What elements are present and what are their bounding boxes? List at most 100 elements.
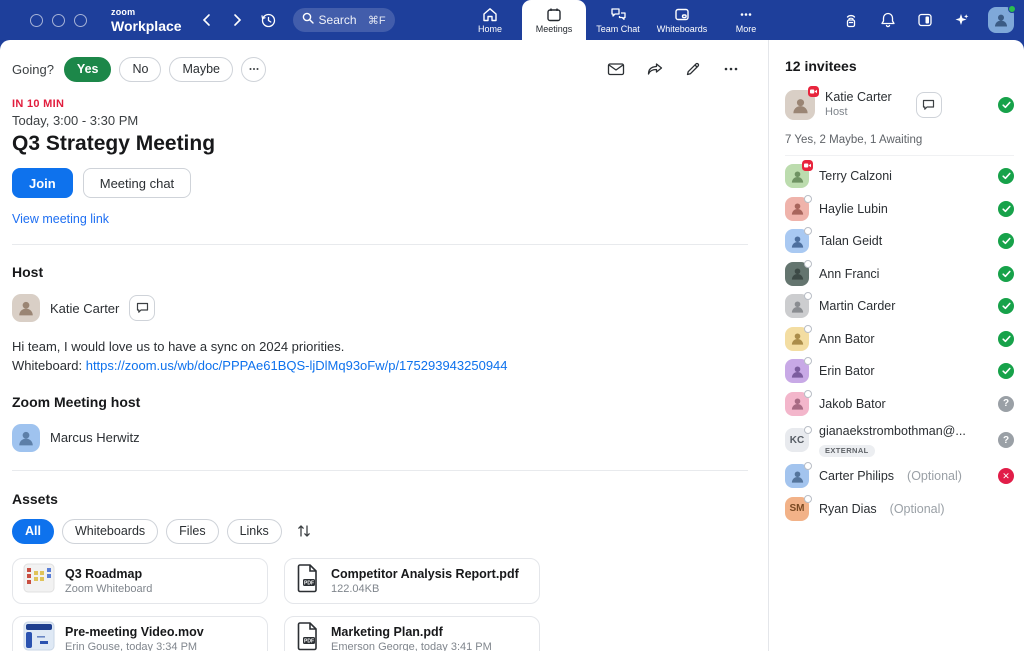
side-panel-icon[interactable] xyxy=(914,11,936,29)
rsvp-summary: 7 Yes, 2 Maybe, 1 Awaiting xyxy=(785,134,1014,156)
invitee-row[interactable]: Haylie Lubin xyxy=(785,193,1014,226)
search-input[interactable]: Search ⌘F xyxy=(293,8,395,32)
zoom-host-name: Marcus Herwitz xyxy=(50,430,140,445)
description-line: Hi team, I would love us to have a sync … xyxy=(12,338,748,357)
presence-offline-badge xyxy=(804,227,812,235)
invitee-host-row[interactable]: Katie Carter Host xyxy=(785,90,1014,120)
svg-text:PDF: PDF xyxy=(304,581,314,587)
edit-pencil-icon[interactable] xyxy=(685,61,701,77)
whiteboard-link[interactable]: https://zoom.us/wb/doc/PPPAe61BQS-ljDlMq… xyxy=(86,358,508,373)
invitee-row[interactable]: Carter Philips (Optional) ✕ xyxy=(785,460,1014,493)
invitee-avatar xyxy=(785,197,809,221)
presence-offline-badge xyxy=(804,195,812,203)
tab-meetings[interactable]: Meetings xyxy=(522,0,586,40)
forward-share-icon[interactable] xyxy=(646,61,664,77)
invitee-row[interactable]: Ann Bator xyxy=(785,323,1014,356)
window-close-button[interactable] xyxy=(30,14,43,27)
invitee-role: Host xyxy=(825,106,892,119)
invitees-heading: 12 invitees xyxy=(785,58,1014,74)
filter-whiteboards[interactable]: Whiteboards xyxy=(62,519,158,544)
rsvp-status-yes-icon xyxy=(998,298,1014,314)
connect-device-icon[interactable] xyxy=(840,11,862,29)
rsvp-status-yes-icon xyxy=(998,331,1014,347)
forward-icon[interactable] xyxy=(230,13,244,27)
filter-links[interactable]: Links xyxy=(227,519,282,544)
invitee-row[interactable]: KC gianaekstrombothman@... EXTERNAL ? xyxy=(785,420,1014,460)
rsvp-status-yes-icon xyxy=(998,201,1014,217)
rsvp-status-yes-icon xyxy=(998,168,1014,184)
invitee-avatar xyxy=(785,464,809,488)
presence-offline-badge xyxy=(804,292,812,300)
meeting-detail-panel: Going? Yes No Maybe IN 10 MIN Today, 3:0… xyxy=(0,40,768,651)
invitee-name: Katie Carter xyxy=(825,90,892,105)
rsvp-status-yes-icon xyxy=(998,266,1014,282)
video-on-badge xyxy=(802,160,813,171)
back-icon[interactable] xyxy=(200,13,214,27)
presence-dot xyxy=(1008,5,1016,13)
window-zoom-button[interactable] xyxy=(74,14,87,27)
asset-subtitle: 122.04KB xyxy=(331,583,519,595)
invitee-avatar xyxy=(785,90,815,120)
more-actions-icon[interactable] xyxy=(722,61,740,77)
invitees-panel: 12 invitees Katie Carter Host 7 Yes, 2 M… xyxy=(768,40,1024,651)
history-icon[interactable] xyxy=(260,12,277,29)
presence-offline-badge xyxy=(804,495,812,503)
email-icon[interactable] xyxy=(607,61,625,77)
invitee-row[interactable]: Terry Calzoni xyxy=(785,160,1014,193)
search-icon xyxy=(302,11,314,29)
rsvp-yes-button[interactable]: Yes xyxy=(64,57,112,82)
filter-files[interactable]: Files xyxy=(166,519,218,544)
view-meeting-link[interactable]: View meeting link xyxy=(12,212,109,226)
invitee-row[interactable]: Erin Bator xyxy=(785,355,1014,388)
invitee-row[interactable]: Ann Franci xyxy=(785,258,1014,291)
join-button[interactable]: Join xyxy=(12,168,73,198)
chat-with-invitee-button[interactable] xyxy=(916,92,942,118)
assets-grid: Q3 Roadmap Zoom Whiteboard PDF Competito… xyxy=(12,558,748,651)
meeting-chat-button[interactable]: Meeting chat xyxy=(83,168,191,198)
tab-whiteboards[interactable]: Whiteboards xyxy=(650,0,714,40)
tab-more[interactable]: More xyxy=(714,0,778,40)
invitee-avatar xyxy=(785,327,809,351)
filter-all[interactable]: All xyxy=(12,519,54,544)
rsvp-status-maybe-icon: ? xyxy=(998,396,1014,412)
invitee-avatar xyxy=(785,229,809,253)
presence-offline-badge xyxy=(804,426,812,434)
ai-companion-icon[interactable] xyxy=(951,11,973,29)
asset-card-whiteboard[interactable]: Q3 Roadmap Zoom Whiteboard xyxy=(12,558,268,604)
invitee-avatar xyxy=(785,294,809,318)
asset-title: Competitor Analysis Report.pdf xyxy=(331,567,519,581)
tab-home[interactable]: Home xyxy=(458,0,522,40)
tab-team-chat[interactable]: Team Chat xyxy=(586,0,650,40)
asset-title: Marketing Plan.pdf xyxy=(331,625,492,639)
main-tabs: Home Meetings Team Chat Whiteboards More xyxy=(458,0,778,40)
asset-card-video[interactable]: Pre-meeting Video.mov Erin Gouse, today … xyxy=(12,616,268,651)
invitee-row[interactable]: Talan Geidt xyxy=(785,225,1014,258)
video-on-badge xyxy=(808,86,819,97)
whiteboard-label: Whiteboard: xyxy=(12,358,82,373)
invitee-avatar xyxy=(785,359,809,383)
host-heading: Host xyxy=(12,264,748,280)
asset-card-pdf[interactable]: PDF Marketing Plan.pdf Emerson George, t… xyxy=(284,616,540,651)
external-badge: EXTERNAL xyxy=(819,445,875,457)
meeting-countdown: IN 10 MIN xyxy=(12,98,748,110)
host-avatar xyxy=(12,294,40,322)
asset-card-pdf[interactable]: PDF Competitor Analysis Report.pdf 122.0… xyxy=(284,558,540,604)
invitee-row[interactable]: Martin Carder xyxy=(785,290,1014,323)
divider xyxy=(12,470,748,471)
user-avatar[interactable] xyxy=(988,7,1014,33)
sort-icon[interactable] xyxy=(296,523,312,539)
rsvp-maybe-button[interactable]: Maybe xyxy=(169,57,233,82)
rsvp-more-button[interactable] xyxy=(241,57,266,82)
chat-with-host-button[interactable] xyxy=(129,295,155,321)
logo-workplace-text: Workplace xyxy=(111,19,182,33)
invitee-row[interactable]: SM Ryan Dias (Optional) xyxy=(785,493,1014,526)
pdf-file-icon: PDF xyxy=(295,621,321,651)
window-minimize-button[interactable] xyxy=(52,14,65,27)
invitee-row[interactable]: Jakob Bator ? xyxy=(785,388,1014,421)
whiteboard-thumbnail xyxy=(23,563,55,598)
zoom-host-row: Marcus Herwitz xyxy=(12,424,748,452)
presence-offline-badge xyxy=(804,390,812,398)
rsvp-no-button[interactable]: No xyxy=(119,57,161,82)
svg-text:PDF: PDF xyxy=(304,639,314,645)
notifications-bell-icon[interactable] xyxy=(877,11,899,29)
